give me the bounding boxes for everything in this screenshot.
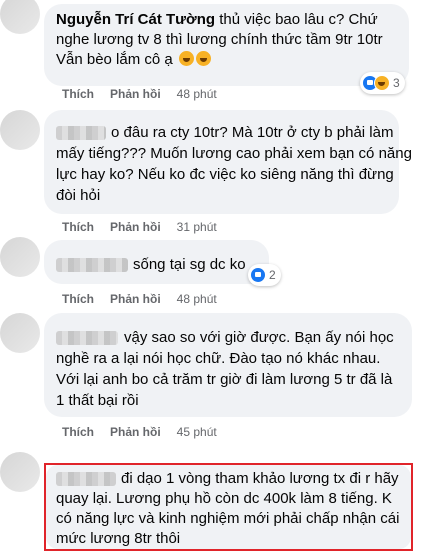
blurred-author-name: [56, 126, 106, 140]
avatar[interactable]: [0, 110, 40, 150]
reply-link[interactable]: Phản hồi: [110, 292, 161, 306]
timestamp[interactable]: 48 phút: [177, 87, 217, 101]
comment-line: đi dạo 1 vòng tham khảo lương tx đi r hã…: [121, 470, 399, 487]
avatar[interactable]: [0, 452, 40, 492]
like-link[interactable]: Thích: [62, 425, 94, 439]
comment-line: nghề ra a lại nói học chữ. Đào tạo nó kh…: [56, 350, 381, 367]
avatar[interactable]: [0, 0, 40, 34]
comment-text: Nguyễn Trí Cát Tường thủ việc bao lâu c?…: [56, 10, 378, 30]
comment-line: 1 thất bại rồi: [56, 392, 139, 409]
avatar[interactable]: [0, 237, 40, 277]
like-link[interactable]: Thích: [62, 220, 94, 234]
avatar[interactable]: [0, 313, 40, 353]
haha-emoji-icon: [195, 51, 211, 66]
comment-line-with-emoji: Vẫn bèo lắm cô ạ: [56, 50, 211, 70]
comment-line: sống tại sg dc ko: [133, 256, 246, 273]
comment-line: nghe lương tv 8 thì lương chính thức tầm…: [56, 31, 383, 48]
comment-actions: Thích Phản hồi 45 phút: [62, 424, 217, 440]
comment-line: quay lại. Lương phụ hồ còn dc 400k làm 8…: [56, 490, 392, 507]
blurred-author-name: [56, 258, 128, 272]
timestamp[interactable]: 45 phút: [177, 425, 217, 439]
comment-line: đòi hỏi: [56, 187, 101, 204]
comment-author[interactable]: Nguyễn Trí Cát Tường: [56, 11, 215, 28]
like-link[interactable]: Thích: [62, 292, 94, 306]
comment-line: o đâu ra cty 10tr? Mà 10tr ở cty b phải …: [111, 124, 394, 141]
reaction-count: 3: [393, 76, 400, 90]
blurred-author-name: [56, 472, 116, 486]
timestamp[interactable]: 48 phút: [177, 292, 217, 306]
haha-reaction-icon: [374, 75, 390, 91]
comment-actions: Thích Phản hồi 48 phút: [62, 86, 217, 102]
comment-line: Với lại anh bo cả trăm tr giờ đi làm lươ…: [56, 371, 393, 388]
reaction-summary[interactable]: 2: [248, 264, 281, 286]
haha-emoji-icon: [178, 51, 194, 66]
like-link[interactable]: Thích: [62, 87, 94, 101]
comment-line: mấy tiếng??? Muốn lương cao phải xem bạn…: [56, 145, 412, 162]
timestamp[interactable]: 31 phút: [177, 220, 217, 234]
reply-link[interactable]: Phản hồi: [110, 87, 161, 101]
reaction-count: 2: [269, 268, 276, 282]
reply-link[interactable]: Phản hồi: [110, 220, 161, 234]
comment-line: thủ việc bao lâu c? Chứ: [219, 11, 378, 28]
like-reaction-icon: [250, 267, 266, 283]
reaction-summary[interactable]: 3: [360, 72, 405, 94]
comment-line: vậy sao so với giờ được. Bạn ấy nói học: [124, 329, 394, 346]
comment-line: mức lương 8tr thôi: [56, 530, 181, 547]
blurred-author-name: [56, 331, 118, 345]
comment-actions: Thích Phản hồi 48 phút: [62, 291, 217, 307]
reply-link[interactable]: Phản hồi: [110, 425, 161, 439]
comment-line: có năng lực và kinh nghiệm mới phải chấp…: [56, 510, 400, 527]
comment-line: lực hay ko? Nếu ko đc việc ko siêng năng…: [56, 166, 394, 183]
comment-line: Vẫn bèo lắm cô ạ: [56, 51, 173, 68]
comment-actions: Thích Phản hồi 31 phút: [62, 219, 217, 235]
